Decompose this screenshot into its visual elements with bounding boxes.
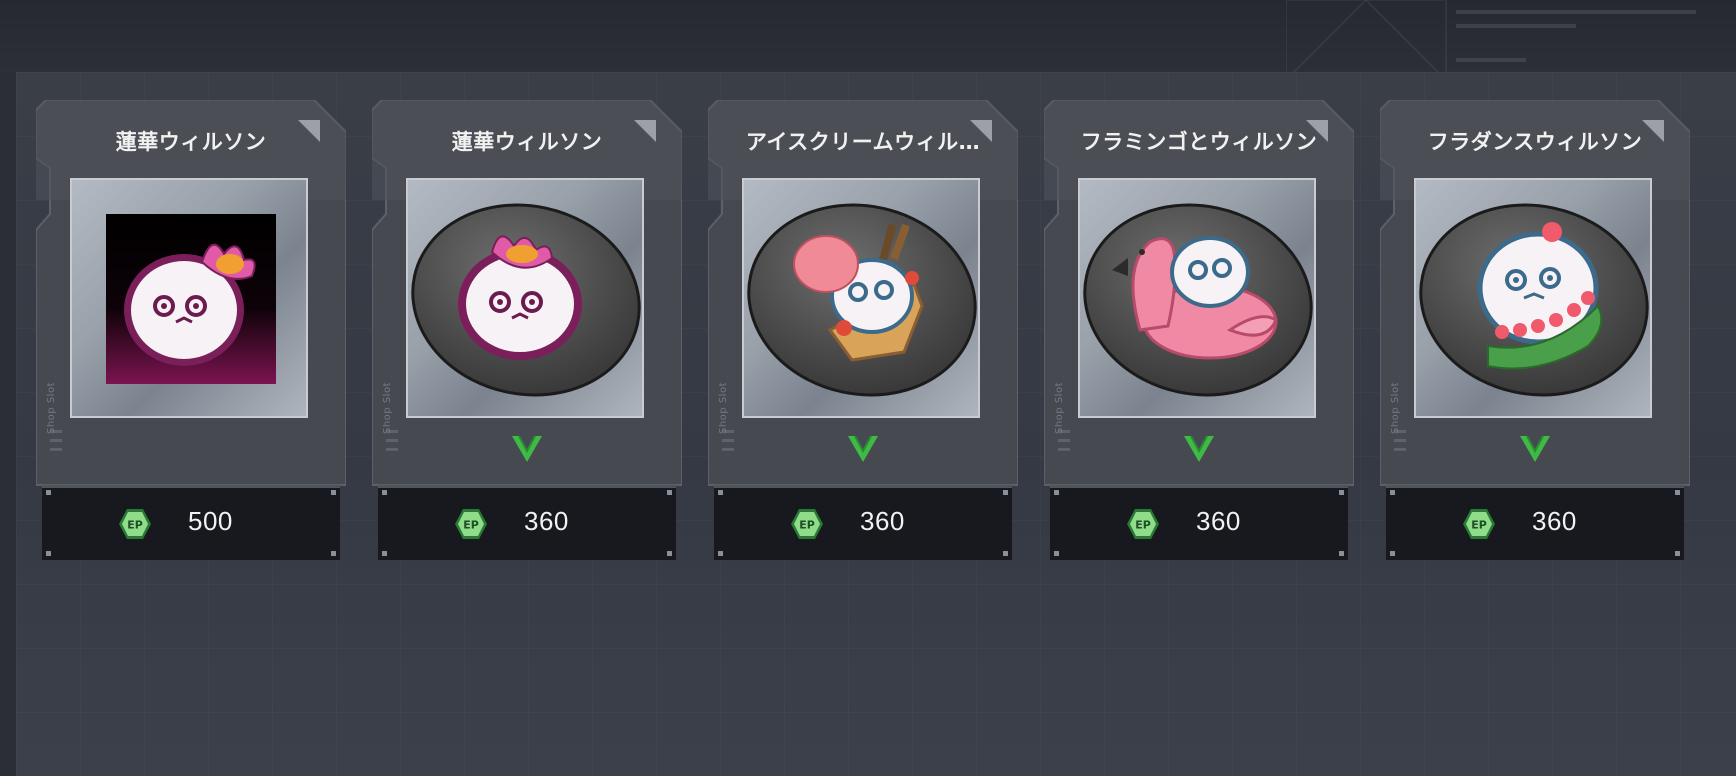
ep-currency-icon: EP <box>791 509 823 539</box>
lotus-wilson-icon <box>106 214 276 384</box>
check-icon <box>848 435 878 462</box>
lotus-wilson-badge <box>411 203 641 397</box>
item-price: 360 <box>1196 506 1241 536</box>
ep-currency-icon: EP <box>1127 509 1159 539</box>
slot-label: Shop Slot <box>1054 382 1065 434</box>
slot-ticks <box>722 430 736 490</box>
item-image <box>742 178 980 418</box>
item-image <box>70 178 308 418</box>
shop-card[interactable]: 蓮華ウィルソン Shop Slot EP 500 <box>36 100 346 560</box>
item-title: 蓮華ウィルソン <box>115 130 267 154</box>
shop-card[interactable]: 蓮華ウィルソン Shop Slot EP 360 <box>372 100 682 560</box>
item-image <box>1414 178 1652 418</box>
price-bar: EP 360 <box>1050 485 1348 560</box>
price-bar: EP 360 <box>714 485 1012 560</box>
price-bar: EP 500 <box>42 485 340 560</box>
icecream-wilson-badge <box>747 203 977 397</box>
item-price: 360 <box>1532 506 1577 536</box>
svg-text:EP: EP <box>1471 519 1487 532</box>
item-image <box>1078 178 1316 418</box>
slot-ticks <box>386 430 400 490</box>
flamingo-wilson-badge <box>1083 203 1313 397</box>
item-image <box>406 178 644 418</box>
hula-wilson-badge <box>1419 203 1649 397</box>
shop-card[interactable]: フラミンゴとウィルソン Shop Slot EP 360 <box>1044 100 1354 560</box>
slot-ticks <box>1394 430 1408 490</box>
item-price: 360 <box>860 506 905 536</box>
svg-text:EP: EP <box>463 519 479 532</box>
check-icon <box>1520 435 1550 462</box>
slot-label: Shop Slot <box>46 382 57 434</box>
item-title: アイスクリームウィル… <box>745 130 981 154</box>
slot-label: Shop Slot <box>382 382 393 434</box>
check-icon <box>512 435 542 462</box>
item-title: 蓮華ウィルソン <box>451 130 603 154</box>
svg-text:EP: EP <box>799 519 815 532</box>
svg-text:EP: EP <box>1135 519 1151 532</box>
price-bar: EP 360 <box>378 485 676 560</box>
ep-currency-icon: EP <box>1463 509 1495 539</box>
check-icon <box>1184 435 1214 462</box>
shop-card[interactable]: フラダンスウィルソン Shop Slot EP 360 <box>1380 100 1690 560</box>
item-title: フラダンスウィルソン <box>1427 130 1643 154</box>
svg-text:EP: EP <box>127 519 143 532</box>
slot-ticks <box>1058 430 1072 490</box>
slot-label: Shop Slot <box>1390 382 1401 434</box>
item-title: フラミンゴとウィルソン <box>1080 130 1318 154</box>
shop-card[interactable]: アイスクリームウィル… Shop Slot EP 360 <box>708 100 1018 560</box>
item-price: 360 <box>524 506 569 536</box>
slot-ticks <box>50 430 64 490</box>
price-bar: EP 360 <box>1386 485 1684 560</box>
ep-currency-icon: EP <box>455 509 487 539</box>
ep-currency-icon: EP <box>119 509 151 539</box>
slot-label: Shop Slot <box>718 382 729 434</box>
item-price: 500 <box>188 506 233 536</box>
